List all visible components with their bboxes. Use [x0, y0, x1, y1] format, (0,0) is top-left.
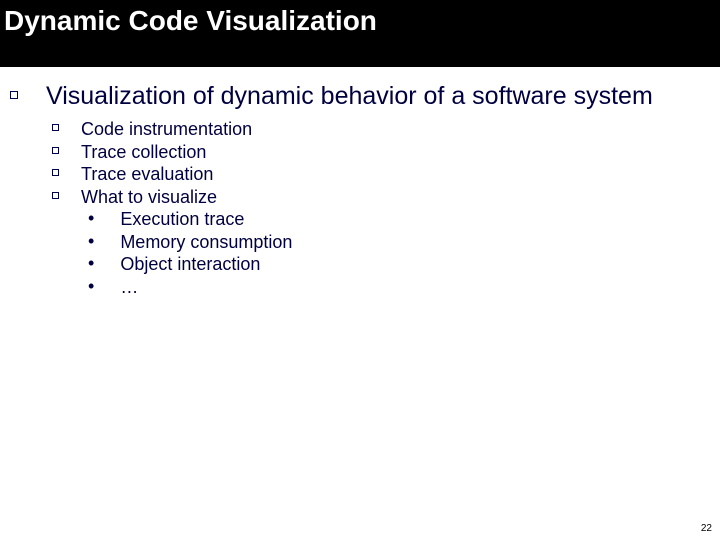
- bullet-level3: • Memory consumption: [88, 231, 710, 254]
- bullet-level3-group: • Execution trace • Memory consumption •…: [88, 208, 710, 298]
- detail-point-text: …: [120, 276, 138, 299]
- bullet-level3: • …: [88, 276, 710, 299]
- square-bullet-icon: [52, 147, 59, 154]
- bullet-level3: • Execution trace: [88, 208, 710, 231]
- square-bullet-icon: [52, 124, 59, 131]
- detail-point-text: Execution trace: [120, 208, 244, 231]
- slide-title: Dynamic Code Visualization: [4, 5, 377, 36]
- dot-bullet-icon: •: [88, 277, 94, 295]
- bullet-level2-group: Code instrumentation Trace collection Tr…: [52, 118, 710, 298]
- bullet-level1: Visualization of dynamic behavior of a s…: [10, 81, 710, 112]
- sub-point-text: What to visualize: [81, 186, 217, 209]
- page-number: 22: [701, 523, 712, 534]
- bullet-level2: Trace evaluation: [52, 163, 710, 186]
- sub-point-text: Code instrumentation: [81, 118, 252, 141]
- square-bullet-icon: [10, 91, 18, 99]
- detail-point-text: Memory consumption: [120, 231, 292, 254]
- dot-bullet-icon: •: [88, 254, 94, 272]
- bullet-level2: What to visualize: [52, 186, 710, 209]
- square-bullet-icon: [52, 192, 59, 199]
- dot-bullet-icon: •: [88, 209, 94, 227]
- sub-point-text: Trace collection: [81, 141, 206, 164]
- main-point-text: Visualization of dynamic behavior of a s…: [46, 81, 653, 112]
- detail-point-text: Object interaction: [120, 253, 260, 276]
- slide-content: Visualization of dynamic behavior of a s…: [0, 67, 720, 298]
- bullet-level2: Trace collection: [52, 141, 710, 164]
- sub-point-text: Trace evaluation: [81, 163, 213, 186]
- square-bullet-icon: [52, 169, 59, 176]
- dot-bullet-icon: •: [88, 232, 94, 250]
- bullet-level2: Code instrumentation: [52, 118, 710, 141]
- slide-title-bar: Dynamic Code Visualization: [0, 0, 720, 67]
- bullet-level3: • Object interaction: [88, 253, 710, 276]
